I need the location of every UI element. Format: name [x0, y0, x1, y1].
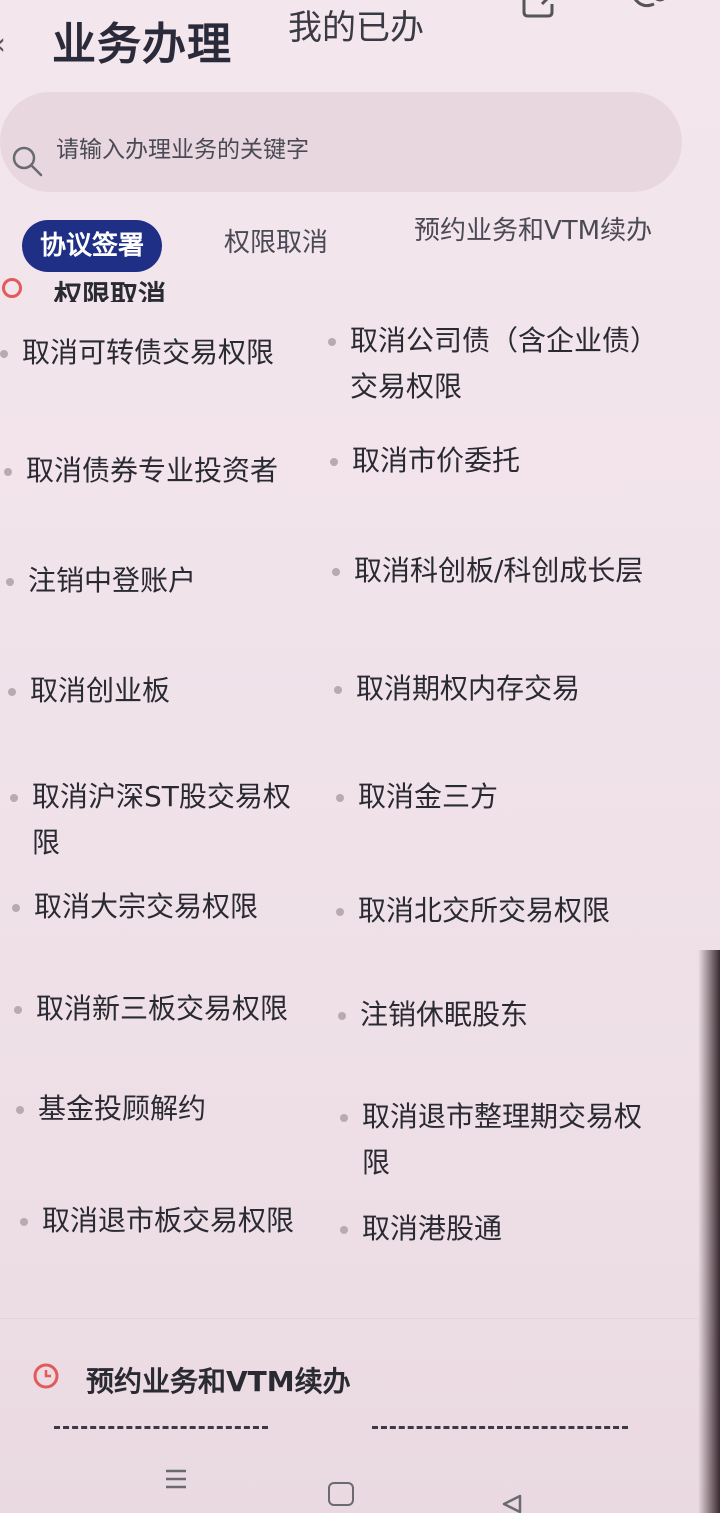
- search-icon: [12, 146, 43, 177]
- list-item[interactable]: 取消大宗交易权限: [12, 884, 314, 930]
- list-item[interactable]: 取消公司债（含企业债）交易权限: [328, 318, 650, 410]
- list-item[interactable]: 注销中登账户: [6, 558, 308, 604]
- partial-row-left: [54, 1426, 268, 1439]
- list-item[interactable]: 取消期权内存交易: [334, 666, 656, 712]
- edit-icon[interactable]: [520, 0, 560, 20]
- list-item[interactable]: 基金投顾解约: [16, 1086, 318, 1132]
- back-icon[interactable]: [500, 1494, 524, 1513]
- screen: ‹ 业务办理 我的已办 协议签署 权限取消 预约业务和VTM续办 权限取消 取消…: [0, 0, 720, 1513]
- section-clock-icon: [2, 278, 22, 298]
- section-appointment-title: 预约业务和VTM续办: [86, 1365, 351, 1398]
- header: ‹ 业务办理 我的已办: [0, 0, 720, 78]
- list-item[interactable]: 取消新三板交易权限: [14, 986, 316, 1032]
- list-item[interactable]: 取消沪深ST股交易权限: [10, 774, 312, 866]
- search-bar[interactable]: [0, 92, 682, 192]
- list-item[interactable]: 取消港股通: [340, 1206, 662, 1252]
- tab-my-done[interactable]: 我的已办: [288, 0, 424, 49]
- list-item[interactable]: 取消科创板/科创成长层: [332, 548, 654, 594]
- tab-permission-cancel[interactable]: 权限取消: [224, 222, 328, 259]
- list-item[interactable]: 取消北交所交易权限: [336, 888, 658, 934]
- list-item[interactable]: 取消可转债交易权限: [0, 330, 302, 376]
- back-arrow-icon[interactable]: ‹: [0, 30, 12, 60]
- system-nav-bar: [0, 1460, 720, 1513]
- clock-icon: [33, 1363, 59, 1389]
- page-title: 业务办理: [52, 19, 232, 70]
- partial-row-right: [372, 1426, 628, 1439]
- list-item[interactable]: 注销休眠股东: [338, 992, 660, 1038]
- list-item[interactable]: 取消债券专业投资者: [4, 448, 306, 494]
- menu-icon[interactable]: [164, 1468, 188, 1490]
- search-input[interactable]: [56, 130, 636, 170]
- tab-agreement-signing[interactable]: 协议签署: [22, 220, 163, 272]
- list-item[interactable]: 取消退市板交易权限: [20, 1198, 322, 1244]
- section-appointment: 预约业务和VTM续办: [32, 1360, 432, 1404]
- home-icon[interactable]: [328, 1482, 354, 1506]
- list-item[interactable]: 取消创业板: [8, 668, 310, 714]
- edge-shadow: [698, 950, 720, 1513]
- tab-appointment-vtm[interactable]: 预约业务和VTM续办: [414, 210, 652, 247]
- list-item[interactable]: 取消市价委托: [330, 438, 652, 484]
- section-heading: 权限取消: [0, 270, 300, 302]
- mic-icon[interactable]: [626, 0, 674, 16]
- divider: [0, 1318, 700, 1319]
- list-item[interactable]: 取消退市整理期交易权限: [340, 1094, 662, 1186]
- section-title: 权限取消: [54, 279, 167, 302]
- list-item[interactable]: 取消金三方: [336, 774, 658, 820]
